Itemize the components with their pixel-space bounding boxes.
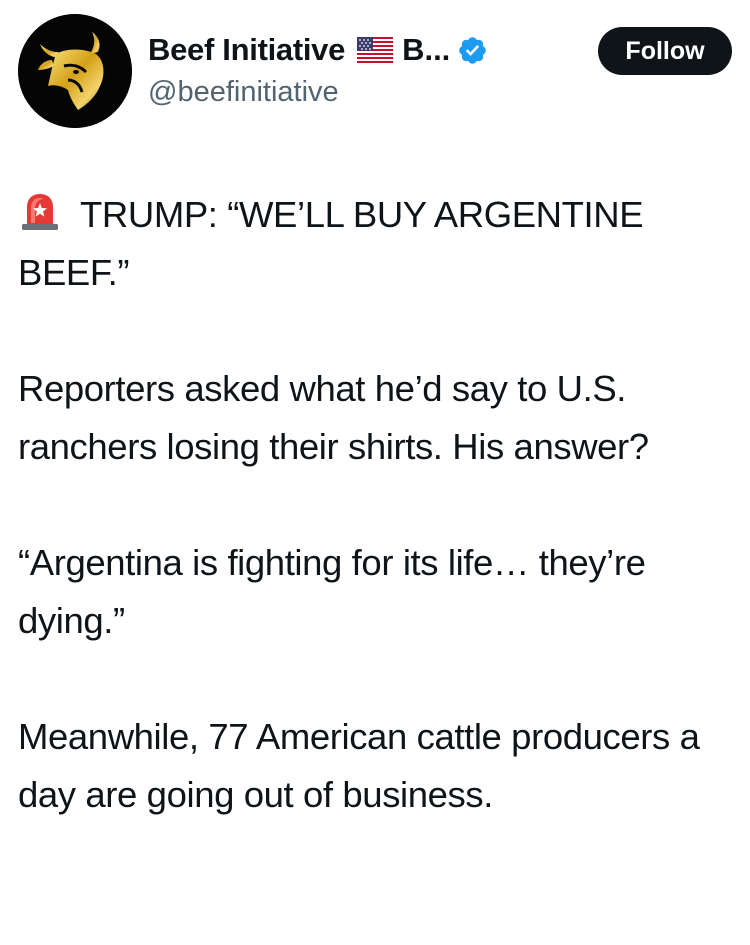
tweet-card: Beef Initiative B... @beefinitiative Fol…: [0, 0, 750, 945]
tweet-text: TRUMP: “WE’LL BUY ARGENTINE BEEF.” Repor…: [18, 186, 734, 824]
author-handle[interactable]: @beefinitiative: [148, 76, 339, 109]
author-name-row[interactable]: Beef Initiative B...: [148, 28, 488, 72]
golden-bull-logo-icon: [18, 14, 132, 128]
author-name-truncation[interactable]: B...: [402, 32, 450, 68]
avatar[interactable]: [18, 14, 132, 128]
tweet-paragraph-3: “Argentina is fighting for its life… the…: [18, 542, 646, 641]
verified-badge-icon[interactable]: [457, 35, 488, 66]
tweet-header: Beef Initiative B... @beefinitiative Fol…: [18, 14, 732, 128]
tweet-paragraph-1: TRUMP: “WE’LL BUY ARGENTINE BEEF.”: [18, 186, 734, 302]
us-flag-icon: [357, 37, 394, 63]
police-siren-icon: [18, 191, 62, 231]
tweet-paragraph-2: Reporters asked what he’d say to U.S. ra…: [18, 368, 649, 467]
tweet-paragraph-4: Meanwhile, 77 American cattle producers …: [18, 716, 700, 815]
author-display-name[interactable]: Beef Initiative: [148, 32, 345, 68]
follow-button[interactable]: Follow: [598, 27, 732, 75]
